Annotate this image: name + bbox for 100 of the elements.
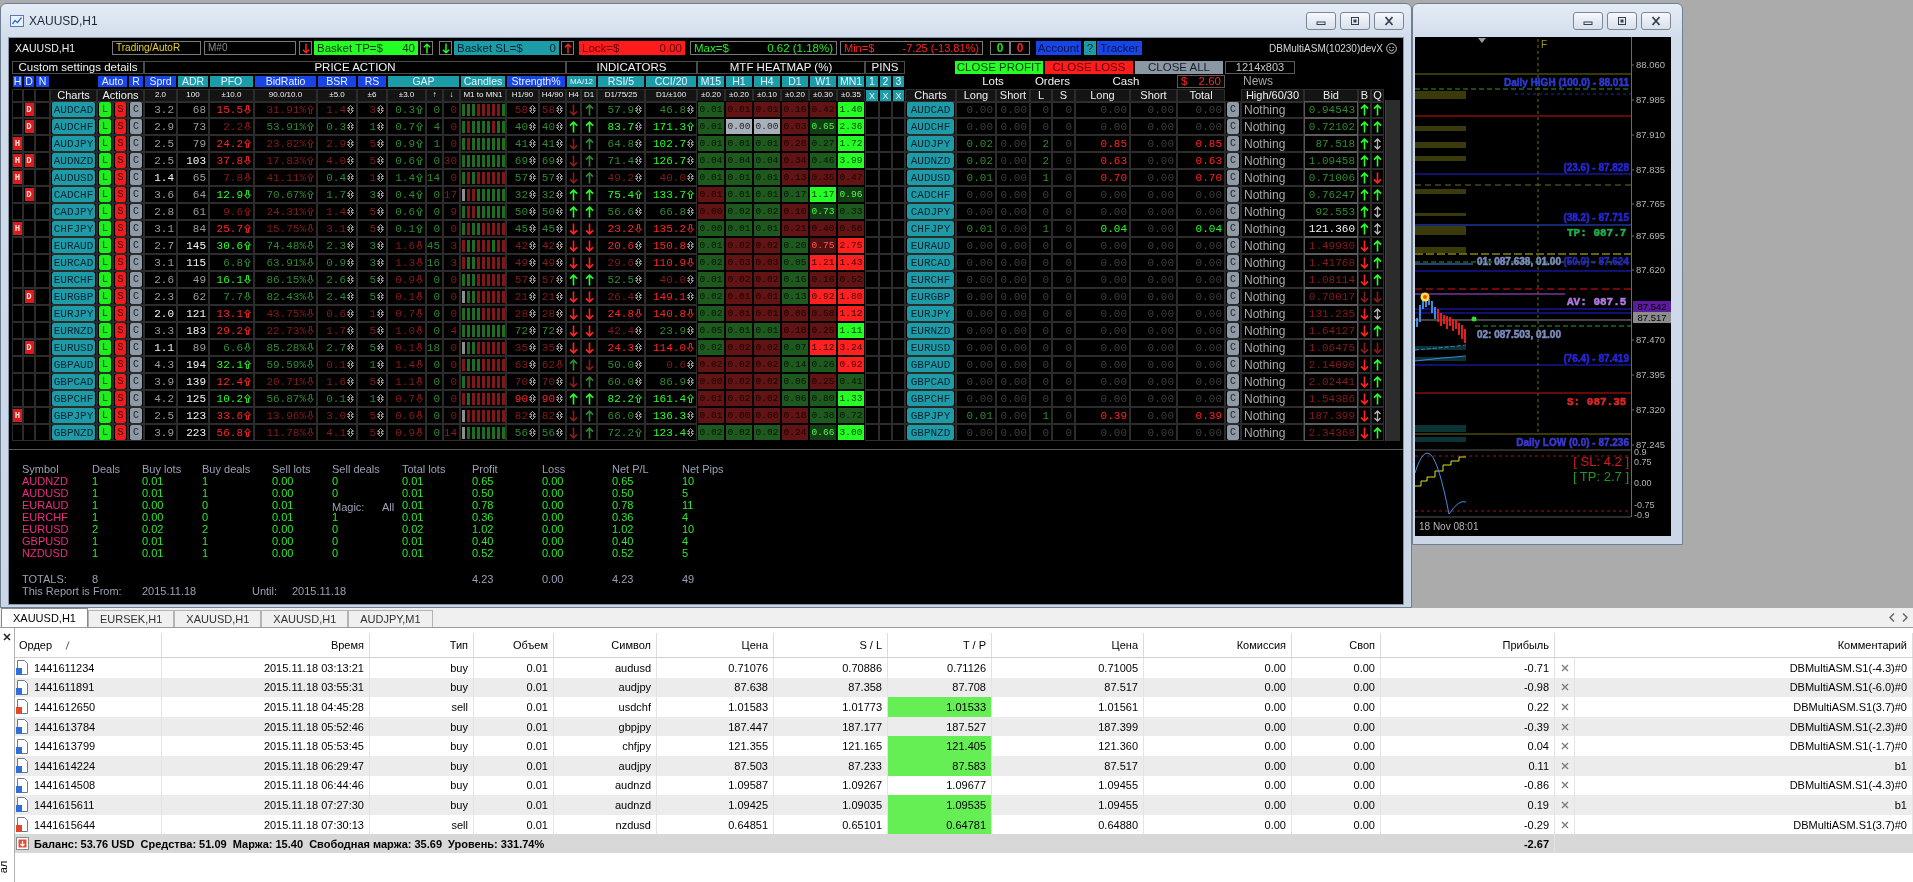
c-button[interactable]: C: [130, 170, 142, 185]
s-button[interactable]: S: [115, 187, 126, 202]
l-button[interactable]: L: [99, 289, 111, 304]
l-button[interactable]: L: [99, 306, 111, 321]
c-button[interactable]: C: [1227, 340, 1239, 355]
column-header[interactable]: Время: [330, 639, 364, 651]
c-button[interactable]: C: [130, 425, 142, 440]
help-button[interactable]: ?: [1084, 41, 1096, 55]
symbol-button[interactable]: EURUSD: [52, 340, 95, 355]
symbol-button[interactable]: GBPNZD: [907, 425, 954, 440]
c-button[interactable]: C: [1227, 425, 1239, 440]
c-button[interactable]: C: [130, 153, 142, 168]
symbol-button[interactable]: AUDCAD: [907, 102, 954, 117]
column-header[interactable]: Символ: [611, 639, 651, 651]
close-button[interactable]: [1374, 11, 1404, 30]
symbol-button[interactable]: EURNZD: [52, 323, 95, 338]
chart-tab[interactable]: XAUUSD,H1: [261, 610, 349, 627]
c-button[interactable]: C: [1227, 221, 1239, 236]
c-button[interactable]: C: [130, 255, 142, 270]
chart-tab[interactable]: XAUUSD,H1: [1, 608, 88, 627]
scrollbar[interactable]: [1385, 100, 1400, 441]
s-button[interactable]: S: [115, 221, 126, 236]
s-button[interactable]: S: [115, 136, 126, 151]
decrease-button[interactable]: [439, 41, 452, 55]
column-header[interactable]: Цена: [1111, 639, 1138, 651]
column-header[interactable]: RSI/5: [597, 75, 645, 88]
l-button[interactable]: L: [99, 187, 111, 202]
s-button[interactable]: S: [115, 255, 126, 270]
chart-tab[interactable]: XAUUSD,H1: [174, 610, 262, 627]
restore-button[interactable]: [1340, 11, 1370, 30]
l-button[interactable]: L: [99, 238, 111, 253]
column-header[interactable]: Candles: [460, 75, 506, 88]
s-button[interactable]: S: [115, 204, 126, 219]
c-button[interactable]: C: [1227, 238, 1239, 253]
column-header[interactable]: W1: [809, 75, 837, 88]
c-button[interactable]: C: [130, 391, 142, 406]
c-button[interactable]: C: [1227, 204, 1239, 219]
symbol-button[interactable]: CADCHF: [907, 187, 954, 202]
c-button[interactable]: C: [130, 374, 142, 389]
s-button[interactable]: S: [115, 391, 126, 406]
s-button[interactable]: S: [115, 238, 126, 253]
l-button[interactable]: L: [99, 340, 111, 355]
c-button[interactable]: C: [1227, 187, 1239, 202]
s-button[interactable]: S: [115, 425, 126, 440]
column-header[interactable]: BidRatio: [254, 75, 317, 88]
symbol-button[interactable]: GBPJPY: [52, 408, 95, 423]
s-button[interactable]: S: [115, 374, 126, 389]
chart-tab[interactable]: AUDJPY,M1: [348, 610, 433, 627]
column-header[interactable]: CCI/20: [645, 75, 697, 88]
close-orders-button[interactable]: CLOSE LOSS: [1045, 61, 1133, 74]
symbol-button[interactable]: EURAUD: [52, 238, 95, 253]
column-header[interactable]: Объем: [512, 639, 548, 651]
l-button[interactable]: L: [99, 153, 111, 168]
c-button[interactable]: C: [130, 119, 142, 134]
restore-button[interactable]: [1607, 11, 1637, 30]
symbol-button[interactable]: EURJPY: [907, 306, 954, 321]
symbol-button[interactable]: GBPCHF: [52, 391, 95, 406]
c-button[interactable]: C: [130, 204, 142, 219]
symbol-button[interactable]: EURUSD: [907, 340, 954, 355]
column-header[interactable]: D1: [781, 75, 809, 88]
symbol-button[interactable]: EURCAD: [52, 255, 95, 270]
symbol-button[interactable]: CADCHF: [52, 187, 95, 202]
l-button[interactable]: L: [99, 357, 111, 372]
symbol-button[interactable]: GBPNZD: [52, 425, 95, 440]
l-button[interactable]: L: [99, 255, 111, 270]
c-button[interactable]: C: [130, 272, 142, 287]
l-button[interactable]: L: [99, 170, 111, 185]
l-button[interactable]: L: [99, 323, 111, 338]
mode-field[interactable]: Trading/AutoR: [112, 41, 201, 55]
close-icon[interactable]: [1560, 683, 1569, 692]
basket-sl-display[interactable]: Basket SL=$ 0: [454, 41, 559, 55]
column-header[interactable]: PFO: [209, 75, 254, 88]
symbol-button[interactable]: AUDUSD: [907, 170, 954, 185]
column-header[interactable]: N: [35, 75, 50, 88]
lock-display[interactable]: Lock=$ 0.00: [579, 41, 685, 55]
symbol-button[interactable]: AUDUSD: [52, 170, 95, 185]
l-button[interactable]: L: [99, 102, 111, 117]
chart-tab[interactable]: EURSEK,H1: [87, 610, 175, 627]
column-header[interactable]: Ордер: [19, 639, 53, 651]
column-header[interactable]: D: [23, 75, 35, 88]
symbol-button[interactable]: CADJPY: [52, 204, 95, 219]
symbol-button[interactable]: EURAUD: [907, 238, 954, 253]
c-button[interactable]: C: [130, 221, 142, 236]
close-icon[interactable]: [1560, 663, 1569, 672]
s-button[interactable]: S: [115, 119, 126, 134]
l-button[interactable]: L: [99, 136, 111, 151]
symbol-button[interactable]: GBPCAD: [52, 374, 95, 389]
symbol-button[interactable]: AUDCHF: [52, 119, 95, 134]
c-button[interactable]: C: [130, 357, 142, 372]
c-button[interactable]: C: [1227, 153, 1239, 168]
c-button[interactable]: C: [130, 187, 142, 202]
s-button[interactable]: S: [115, 340, 126, 355]
c-button[interactable]: C: [130, 102, 142, 117]
symbol-button[interactable]: AUDJPY: [52, 136, 95, 151]
increase-button[interactable]: [420, 41, 433, 55]
symbol-button[interactable]: EURGBP: [907, 289, 954, 304]
column-header[interactable]: H4: [753, 75, 781, 88]
c-button[interactable]: C: [1227, 255, 1239, 270]
s-button[interactable]: S: [115, 272, 126, 287]
symbol-button[interactable]: AUDCHF: [907, 119, 954, 134]
